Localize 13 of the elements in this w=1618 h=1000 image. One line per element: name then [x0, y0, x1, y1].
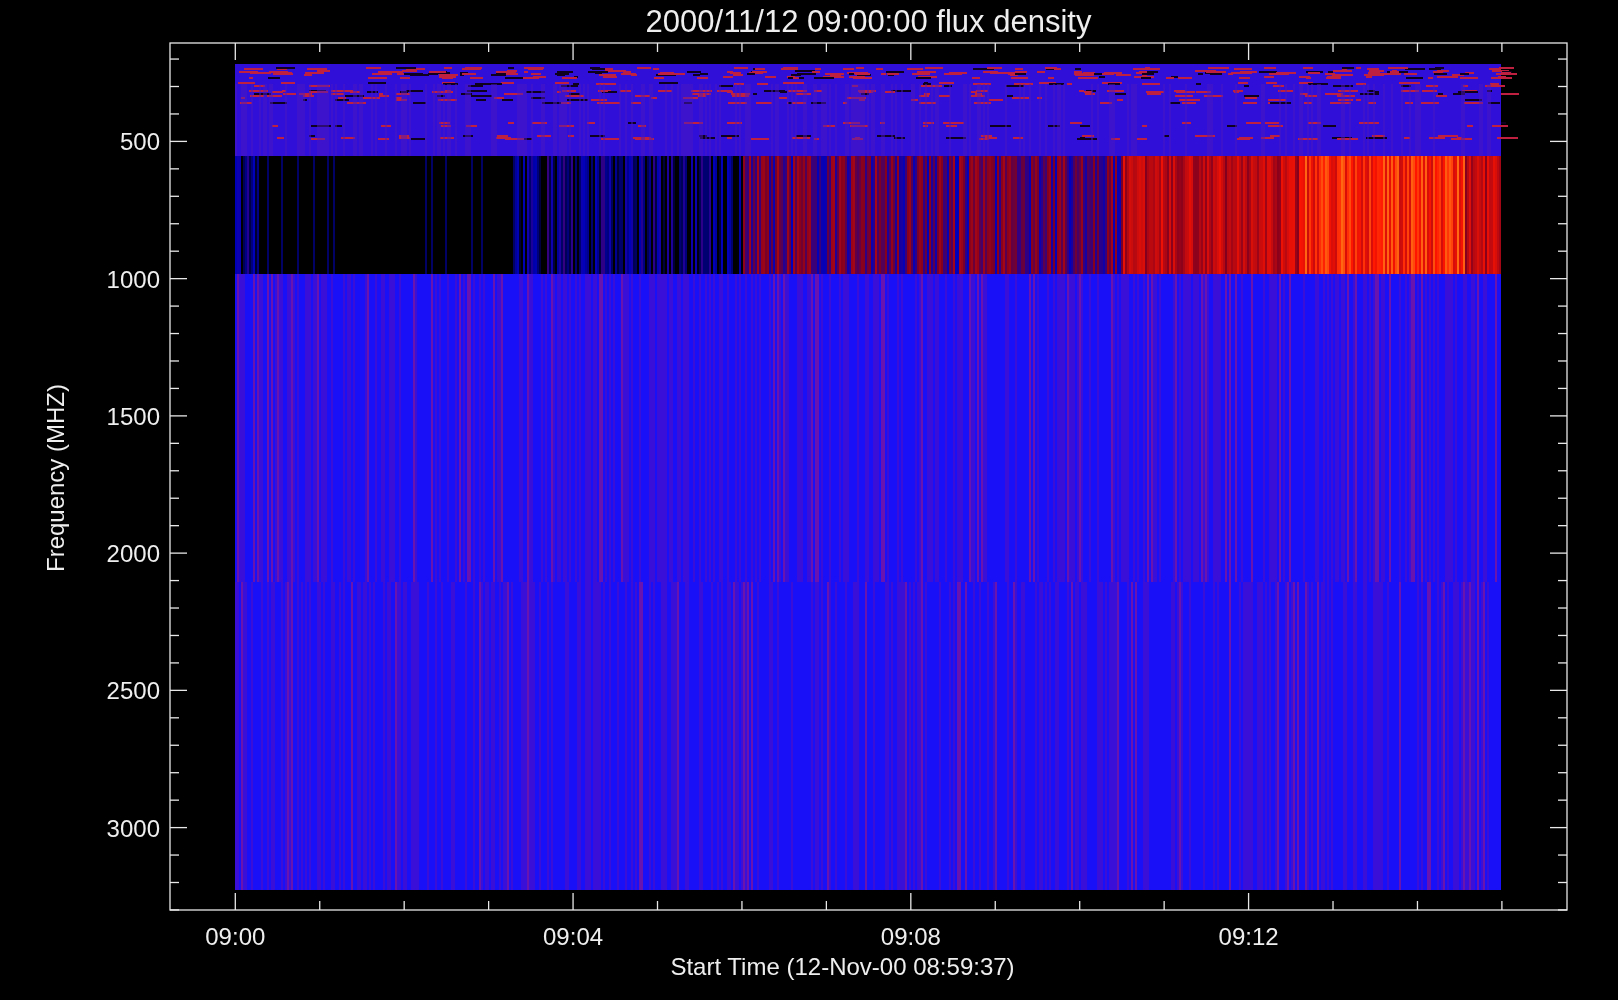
x-axis-label: Start Time (12-Nov-00 08:59:37): [670, 953, 1015, 980]
y-tick-label: 2500: [106, 677, 160, 705]
x-tick-label: 09:12: [1218, 923, 1279, 950]
x-tick-label: 09:04: [543, 923, 604, 950]
y-tick-label: 3000: [106, 814, 160, 842]
y-tick-label: 2000: [106, 540, 160, 568]
x-tick-label: 09:00: [205, 923, 266, 950]
x-tick-label: 09:08: [880, 923, 941, 950]
y-tick-label: 1000: [106, 265, 160, 293]
y-tick-label: 500: [119, 128, 160, 156]
plot-title: 2000/11/12 09:00:00 flux density: [645, 4, 1092, 39]
y-tick-label: 1500: [106, 402, 160, 430]
y-axis-label: Frequency (MHZ): [42, 384, 69, 572]
